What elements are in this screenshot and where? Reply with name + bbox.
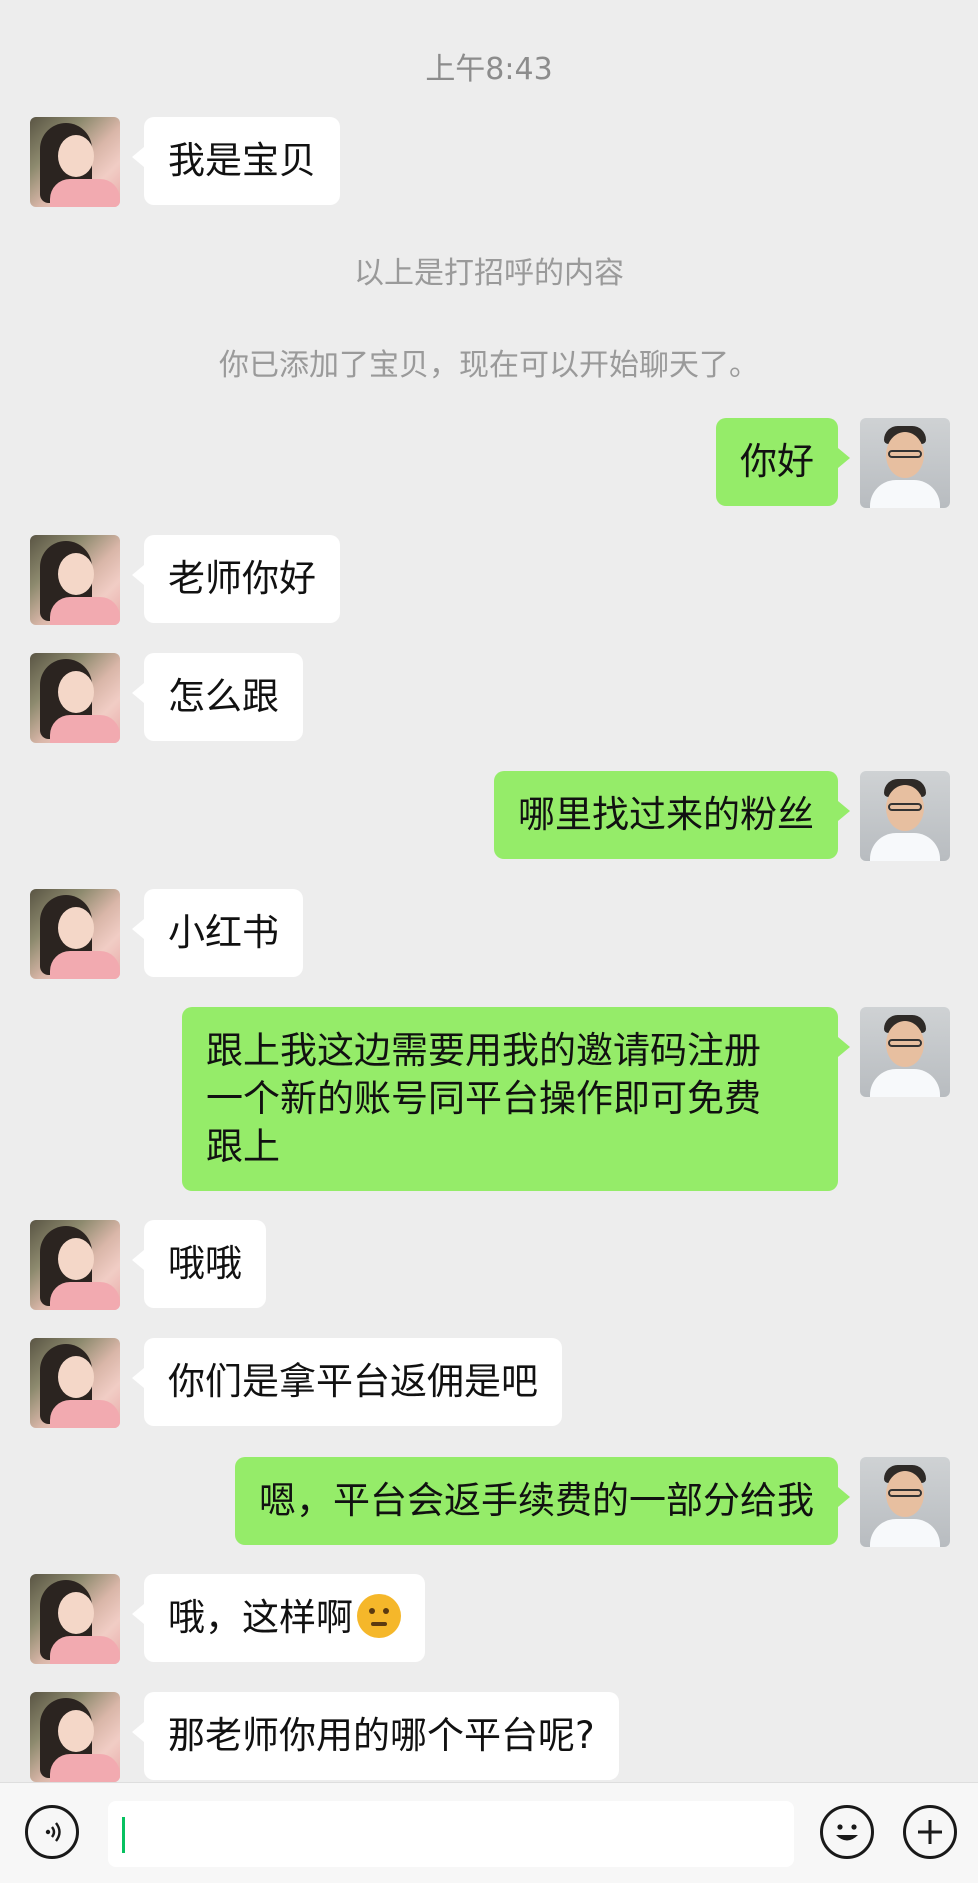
text-caret [122,1817,125,1853]
message-row: 哦哦 [0,1220,978,1312]
plus-icon[interactable] [903,1805,957,1859]
message-row: 我是宝贝 [0,117,978,209]
my-avatar[interactable] [860,418,950,508]
message-row: 哦，这样啊 [0,1574,978,1666]
message-timestamp: 上午8:43 [425,52,553,87]
message-line: 一个新的账号同平台操作即可免费 [206,1077,761,1120]
contact-avatar[interactable] [30,1574,120,1664]
system-message: 你已添加了宝贝，现在可以开始聊天了。 [219,348,759,383]
message-row: 你好 [0,418,978,510]
incoming-message-bubble[interactable]: 你们是拿平台返佣是吧 [132,1338,562,1426]
thinking-face-emoji [357,1594,401,1638]
incoming-message-bubble[interactable]: 老师你好 [132,535,340,623]
contact-avatar[interactable] [30,117,120,207]
outgoing-message-bubble[interactable]: 跟上我这边需要用我的邀请码注册 一个新的账号同平台操作即可免费 跟上 [182,1007,850,1191]
my-avatar[interactable] [860,1007,950,1097]
message-row: 跟上我这边需要用我的邀请码注册 一个新的账号同平台操作即可免费 跟上 [0,1007,978,1193]
message-row: 你们是拿平台返佣是吧 [0,1338,978,1430]
input-bar [0,1782,978,1883]
voice-wave-icon [45,1822,61,1842]
incoming-message-bubble[interactable]: 怎么跟 [132,653,303,741]
smile-face-glyph [836,1824,858,1841]
plus-glyph [918,1820,942,1844]
message-row: 嗯，平台会返手续费的一部分给我 [0,1457,978,1549]
outgoing-message-bubble[interactable]: 哪里找过来的粉丝 [494,771,850,859]
my-avatar[interactable] [860,1457,950,1547]
message-row: 那老师你用的哪个平台呢? [0,1692,978,1784]
message-text: 哦，这样啊 [168,1596,353,1639]
my-avatar[interactable] [860,771,950,861]
incoming-message-bubble[interactable]: 小红书 [132,889,303,977]
incoming-message-bubble[interactable]: 我是宝贝 [132,117,340,205]
outgoing-message-bubble[interactable]: 你好 [716,418,850,506]
voice-icon[interactable] [25,1805,79,1859]
message-line: 跟上我这边需要用我的邀请码注册 [206,1029,761,1072]
outgoing-message-bubble[interactable]: 嗯，平台会返手续费的一部分给我 [235,1457,850,1545]
message-row: 老师你好 [0,535,978,627]
contact-avatar[interactable] [30,653,120,743]
contact-avatar[interactable] [30,1692,120,1782]
incoming-message-bubble[interactable]: 哦，这样啊 [132,1574,425,1662]
message-line: 跟上 [206,1125,280,1168]
incoming-message-bubble[interactable]: 那老师你用的哪个平台呢? [132,1692,619,1780]
smile-icon[interactable] [820,1805,874,1859]
message-input[interactable] [108,1801,794,1867]
contact-avatar[interactable] [30,889,120,979]
message-row: 哪里找过来的粉丝 [0,771,978,863]
chat-area: 上午8:43 我是宝贝 以上是打招呼的内容 你已添加了宝贝，现在可以开始聊天了。… [0,0,978,1782]
contact-avatar[interactable] [30,1220,120,1310]
message-row: 怎么跟 [0,653,978,745]
message-row: 小红书 [0,889,978,981]
contact-avatar[interactable] [30,1338,120,1428]
contact-avatar[interactable] [30,535,120,625]
system-message: 以上是打招呼的内容 [354,256,624,291]
incoming-message-bubble[interactable]: 哦哦 [132,1220,266,1308]
